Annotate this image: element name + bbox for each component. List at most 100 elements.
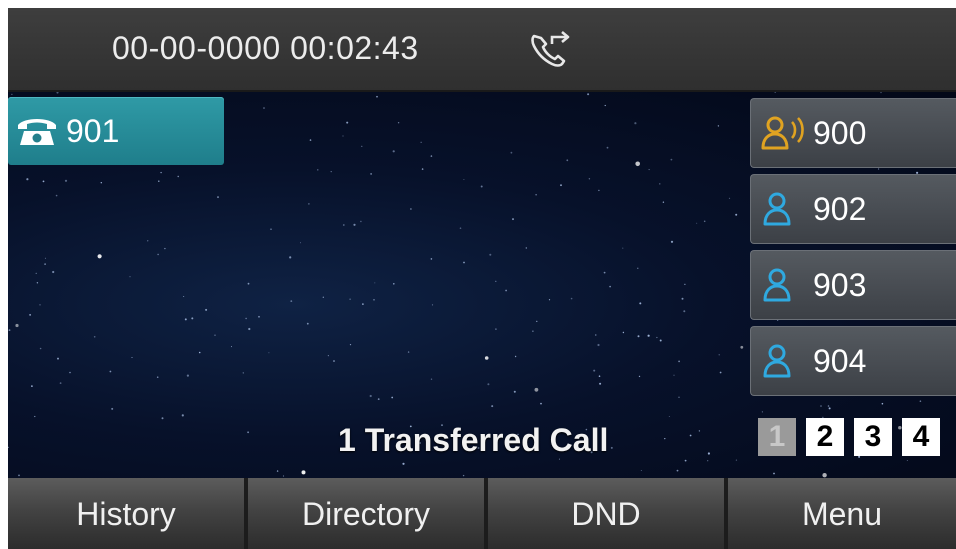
status-message: 1 Transferred Call — [338, 422, 609, 458]
line-key-902[interactable]: 902 — [750, 174, 956, 244]
star — [377, 398, 380, 400]
star — [55, 194, 58, 197]
star — [391, 396, 394, 399]
star — [376, 95, 378, 98]
star — [156, 376, 159, 379]
star — [160, 171, 162, 174]
star — [459, 227, 462, 229]
star — [242, 372, 244, 374]
star — [373, 299, 375, 301]
star — [360, 220, 362, 223]
star — [668, 416, 670, 417]
star — [535, 194, 537, 196]
page-3-indicator[interactable]: 3 — [854, 418, 892, 456]
star — [639, 302, 642, 305]
account-key-901[interactable]: 901 — [8, 97, 224, 165]
star — [648, 169, 650, 171]
star — [248, 327, 251, 331]
star — [263, 107, 265, 109]
star — [698, 430, 701, 432]
star — [333, 360, 335, 362]
star — [827, 405, 830, 407]
star — [717, 125, 720, 127]
star — [15, 323, 19, 328]
directory-softkey[interactable]: Directory — [248, 478, 484, 549]
page-1-indicator[interactable]: 1 — [758, 418, 796, 456]
menu-softkey[interactable]: Menu — [728, 478, 956, 549]
star — [44, 257, 46, 259]
star — [480, 185, 483, 188]
star — [495, 280, 497, 282]
star — [463, 179, 465, 180]
star — [598, 375, 601, 378]
star — [512, 218, 514, 221]
star — [430, 155, 433, 157]
star — [97, 254, 102, 259]
star — [484, 356, 489, 360]
star — [93, 336, 96, 338]
star — [186, 374, 189, 377]
page-4-indicator[interactable]: 4 — [902, 418, 940, 456]
history-softkey[interactable]: History — [8, 478, 244, 549]
star — [603, 271, 606, 274]
desk-phone-icon — [18, 119, 56, 145]
star — [131, 357, 133, 358]
star — [282, 475, 285, 477]
star — [184, 318, 187, 321]
star — [410, 208, 412, 210]
star — [678, 360, 680, 363]
star — [362, 303, 364, 305]
star — [231, 346, 232, 348]
star — [774, 92, 776, 93]
star — [514, 355, 517, 358]
line-key-label: 902 — [813, 191, 867, 227]
dnd-softkey[interactable]: DND — [488, 478, 724, 549]
star — [245, 317, 247, 320]
star — [300, 242, 301, 244]
star — [532, 330, 534, 332]
star — [361, 145, 363, 147]
star — [548, 299, 551, 301]
star — [881, 402, 884, 405]
star — [560, 184, 562, 187]
star — [828, 407, 831, 410]
line-key-904[interactable]: 904 — [750, 326, 956, 396]
star — [109, 370, 112, 373]
star — [18, 474, 20, 477]
star — [898, 426, 902, 430]
page-2-indicator[interactable]: 2 — [806, 418, 844, 456]
star — [638, 375, 641, 378]
line-key-900[interactable]: 900 — [750, 98, 956, 168]
star — [740, 345, 744, 349]
star — [735, 213, 738, 216]
star — [610, 446, 613, 449]
star — [622, 247, 624, 249]
star — [290, 300, 293, 302]
star — [322, 296, 324, 298]
line-key-label: 903 — [813, 267, 867, 303]
star — [147, 240, 149, 242]
star — [880, 92, 882, 94]
star — [536, 320, 538, 322]
star — [39, 304, 41, 306]
star — [183, 296, 185, 297]
star — [268, 352, 270, 354]
star — [198, 351, 201, 354]
line-key-903[interactable]: 903 — [750, 250, 956, 320]
star — [330, 171, 332, 173]
star — [735, 459, 738, 461]
star — [161, 417, 164, 420]
star — [878, 168, 880, 170]
star — [640, 470, 642, 471]
star — [664, 438, 666, 440]
star — [342, 135, 344, 137]
star — [604, 104, 606, 107]
star — [637, 335, 640, 338]
star — [407, 351, 410, 353]
star — [8, 329, 11, 331]
star — [374, 282, 376, 284]
star — [593, 369, 596, 372]
star — [696, 222, 698, 224]
star — [597, 343, 600, 347]
star — [69, 371, 71, 374]
